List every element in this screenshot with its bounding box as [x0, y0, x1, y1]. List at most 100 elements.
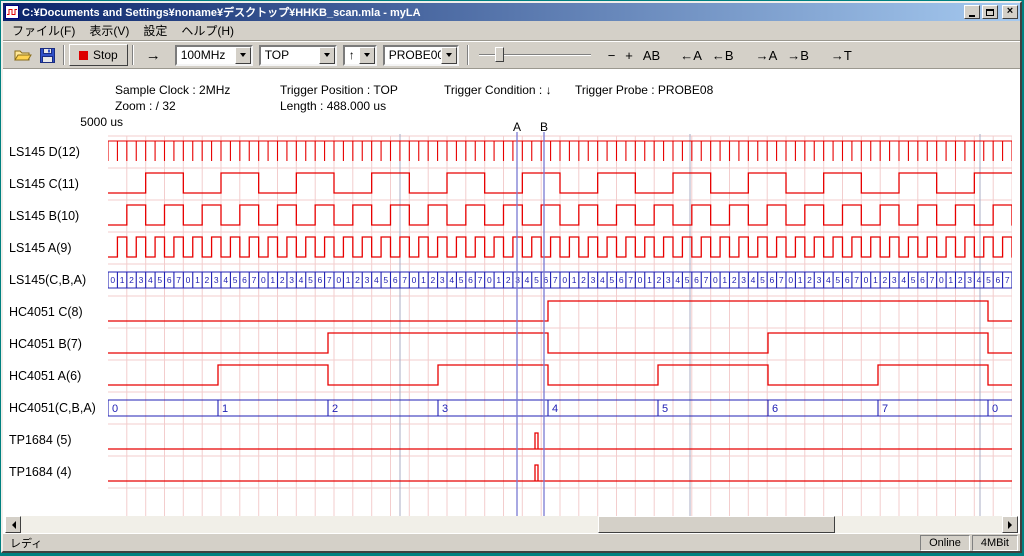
- svg-text:0: 0: [336, 275, 341, 285]
- svg-text:5: 5: [383, 275, 388, 285]
- titlebar[interactable]: C:¥Documents and Settings¥noname¥デスクトップ¥…: [3, 3, 1020, 21]
- svg-text:3: 3: [666, 275, 671, 285]
- trigger-position-select[interactable]: TOP: [259, 45, 337, 66]
- svg-text:2: 2: [205, 275, 210, 285]
- sample-clock-select[interactable]: 100MHz: [175, 45, 253, 66]
- svg-text:0: 0: [186, 275, 191, 285]
- chevron-down-icon[interactable]: [235, 47, 251, 64]
- svg-text:5: 5: [308, 275, 313, 285]
- maximize-button[interactable]: [982, 5, 998, 19]
- svg-text:6: 6: [920, 275, 925, 285]
- svg-text:3: 3: [365, 275, 370, 285]
- svg-text:1: 1: [222, 403, 228, 415]
- goto-b-right-button[interactable]: →B: [782, 46, 814, 65]
- open-button[interactable]: [11, 44, 35, 66]
- svg-text:6: 6: [845, 275, 850, 285]
- svg-text:7: 7: [176, 275, 181, 285]
- svg-text:1: 1: [346, 275, 351, 285]
- scrollbar-thumb[interactable]: [598, 516, 835, 533]
- svg-text:2: 2: [581, 275, 586, 285]
- goto-a-left-button[interactable]: ←A: [675, 46, 707, 65]
- svg-text:3: 3: [289, 275, 294, 285]
- sample-clock-text: Sample Clock : 2MHz: [115, 83, 230, 97]
- svg-text:6: 6: [167, 275, 172, 285]
- length-text: Length : 488.000 us: [280, 99, 386, 113]
- minimize-button[interactable]: [964, 5, 980, 19]
- svg-text:1: 1: [270, 275, 275, 285]
- svg-text:0: 0: [713, 275, 718, 285]
- menu-settings[interactable]: 設定: [136, 20, 174, 41]
- toolbar-separator: [467, 45, 469, 65]
- svg-text:7: 7: [478, 275, 483, 285]
- svg-text:6: 6: [772, 403, 778, 415]
- goto-b-left-button[interactable]: ←B: [707, 46, 739, 65]
- svg-text:2: 2: [280, 275, 285, 285]
- chevron-down-icon[interactable]: [359, 47, 375, 64]
- svg-text:5: 5: [760, 275, 765, 285]
- close-button[interactable]: ×: [1002, 5, 1018, 19]
- window-title: C:¥Documents and Settings¥noname¥デスクトップ¥…: [22, 4, 959, 20]
- svg-text:3: 3: [967, 275, 972, 285]
- sample-clock-value: 100MHz: [177, 48, 235, 62]
- menu-view[interactable]: 表示(V): [82, 20, 136, 41]
- svg-text:2: 2: [431, 275, 436, 285]
- svg-text:0: 0: [939, 275, 944, 285]
- menu-help[interactable]: ヘルプ(H): [174, 20, 241, 41]
- svg-text:2: 2: [332, 403, 338, 415]
- probe-select[interactable]: PROBE00: [383, 45, 459, 66]
- svg-text:1: 1: [496, 275, 501, 285]
- slider-thumb[interactable]: [495, 47, 504, 62]
- svg-text:2: 2: [355, 275, 360, 285]
- svg-text:4: 4: [600, 275, 605, 285]
- menu-file[interactable]: ファイル(F): [5, 20, 82, 41]
- zoom-in-button[interactable]: +: [620, 46, 638, 65]
- zoom-slider[interactable]: [479, 45, 591, 65]
- svg-text:7: 7: [628, 275, 633, 285]
- statusbar: レディ Online 4MBit: [3, 533, 1020, 551]
- svg-text:3: 3: [591, 275, 596, 285]
- maximize-icon: [986, 9, 994, 16]
- run-button[interactable]: →: [138, 46, 169, 65]
- horizontal-scrollbar[interactable]: [5, 516, 1018, 533]
- channel-label: LS145 B(10): [9, 208, 79, 224]
- scroll-right-button[interactable]: [1002, 516, 1018, 533]
- svg-text:3: 3: [214, 275, 219, 285]
- minimize-icon: [969, 15, 975, 17]
- chevron-down-icon[interactable]: [441, 47, 457, 64]
- svg-text:1: 1: [873, 275, 878, 285]
- stop-button[interactable]: Stop: [69, 44, 128, 66]
- svg-text:2: 2: [732, 275, 737, 285]
- svg-text:1: 1: [120, 275, 125, 285]
- svg-text:2: 2: [657, 275, 662, 285]
- trigger-edge-select[interactable]: ↑: [343, 45, 377, 66]
- svg-text:6: 6: [694, 275, 699, 285]
- goto-a-right-button[interactable]: →A: [751, 46, 783, 65]
- waveform-svg[interactable]: 0123456701234567012345670123456701234567…: [108, 132, 1012, 518]
- svg-text:4: 4: [977, 275, 982, 285]
- ab-button[interactable]: AB: [638, 46, 665, 65]
- svg-text:1: 1: [572, 275, 577, 285]
- save-button[interactable]: [35, 44, 59, 66]
- trigger-position-text: Trigger Position : TOP: [280, 83, 398, 97]
- trigger-edge-value: ↑: [345, 48, 359, 62]
- svg-text:6: 6: [393, 275, 398, 285]
- chevron-down-icon[interactable]: [319, 47, 335, 64]
- svg-text:0: 0: [112, 403, 118, 415]
- svg-text:7: 7: [779, 275, 784, 285]
- channel-label: HC4051 A(6): [9, 368, 81, 384]
- svg-text:4: 4: [223, 275, 228, 285]
- svg-text:1: 1: [421, 275, 426, 285]
- goto-trigger-button[interactable]: →T: [826, 46, 857, 65]
- scroll-left-button[interactable]: [5, 516, 21, 533]
- svg-text:0: 0: [562, 275, 567, 285]
- svg-text:1: 1: [798, 275, 803, 285]
- status-online: Online: [920, 535, 970, 551]
- svg-text:0: 0: [487, 275, 492, 285]
- zoom-out-button[interactable]: −: [603, 46, 621, 65]
- svg-text:3: 3: [892, 275, 897, 285]
- svg-text:5: 5: [534, 275, 539, 285]
- svg-text:4: 4: [449, 275, 454, 285]
- app-window: C:¥Documents and Settings¥noname¥デスクトップ¥…: [1, 1, 1022, 553]
- toolbar-separator: [63, 45, 65, 65]
- svg-text:1: 1: [722, 275, 727, 285]
